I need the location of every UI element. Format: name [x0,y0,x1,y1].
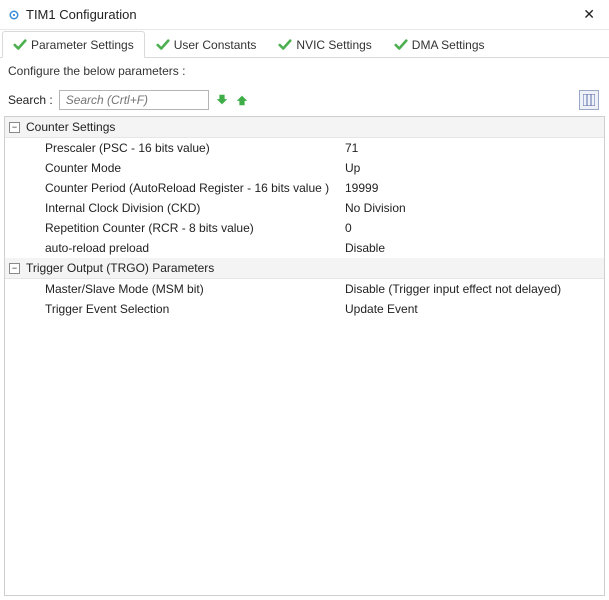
param-row[interactable]: Trigger Event Selection Update Event [5,299,604,319]
param-label: Internal Clock Division (CKD) [45,201,345,215]
param-row[interactable]: Master/Slave Mode (MSM bit) Disable (Tri… [5,279,604,299]
param-row[interactable]: auto-reload preload Disable [5,238,604,258]
tab-user-constants[interactable]: User Constants [145,31,268,58]
param-row[interactable]: Prescaler (PSC - 16 bits value) 71 [5,138,604,158]
search-label: Search : [8,93,53,107]
tab-label: NVIC Settings [296,38,371,52]
param-row[interactable]: Counter Period (AutoReload Register - 16… [5,178,604,198]
tabbar: Parameter Settings User Constants NVIC S… [0,30,609,58]
tab-parameter-settings[interactable]: Parameter Settings [2,31,145,58]
check-icon [278,38,292,52]
columns-button[interactable] [579,90,599,110]
check-icon [156,38,170,52]
group-title: Trigger Output (TRGO) Parameters [26,261,214,275]
tab-nvic-settings[interactable]: NVIC Settings [267,31,382,58]
collapse-icon[interactable]: − [9,122,20,133]
next-arrow-icon[interactable] [215,93,229,107]
gear-icon [8,9,20,21]
param-value[interactable]: 71 [345,141,604,155]
param-value[interactable]: Update Event [345,302,604,316]
window-title: TIM1 Configuration [26,7,137,22]
param-value[interactable]: Disable (Trigger input effect not delaye… [345,282,604,296]
titlebar-left: TIM1 Configuration [8,7,137,22]
param-label: auto-reload preload [45,241,345,255]
collapse-icon[interactable]: − [9,263,20,274]
param-label: Prescaler (PSC - 16 bits value) [45,141,345,155]
tab-label: Parameter Settings [31,38,134,52]
check-icon [394,38,408,52]
columns-icon [583,94,595,106]
group-header-trgo-parameters[interactable]: − Trigger Output (TRGO) Parameters [5,258,604,279]
searchbar: Search : [0,88,609,116]
param-row[interactable]: Repetition Counter (RCR - 8 bits value) … [5,218,604,238]
param-label: Counter Period (AutoReload Register - 16… [45,181,345,195]
check-icon [13,38,27,52]
param-row[interactable]: Internal Clock Division (CKD) No Divisio… [5,198,604,218]
searchbar-left: Search : [8,90,249,110]
param-value[interactable]: 19999 [345,181,604,195]
config-window: TIM1 Configuration ✕ Parameter Settings … [0,0,609,600]
search-input[interactable] [59,90,209,110]
param-label: Counter Mode [45,161,345,175]
prev-arrow-icon[interactable] [235,93,249,107]
param-label: Trigger Event Selection [45,302,345,316]
parameters-panel: − Counter Settings Prescaler (PSC - 16 b… [4,116,605,596]
param-label: Master/Slave Mode (MSM bit) [45,282,345,296]
param-value[interactable]: Disable [345,241,604,255]
tab-label: DMA Settings [412,38,485,52]
group-header-counter-settings[interactable]: − Counter Settings [5,117,604,138]
param-value[interactable]: Up [345,161,604,175]
param-value[interactable]: 0 [345,221,604,235]
param-value[interactable]: No Division [345,201,604,215]
instruction-text: Configure the below parameters : [0,58,609,88]
param-row[interactable]: Counter Mode Up [5,158,604,178]
tab-label: User Constants [174,38,257,52]
close-button[interactable]: ✕ [577,2,601,27]
group-title: Counter Settings [26,120,115,134]
titlebar: TIM1 Configuration ✕ [0,0,609,30]
tab-dma-settings[interactable]: DMA Settings [383,31,496,58]
param-label: Repetition Counter (RCR - 8 bits value) [45,221,345,235]
